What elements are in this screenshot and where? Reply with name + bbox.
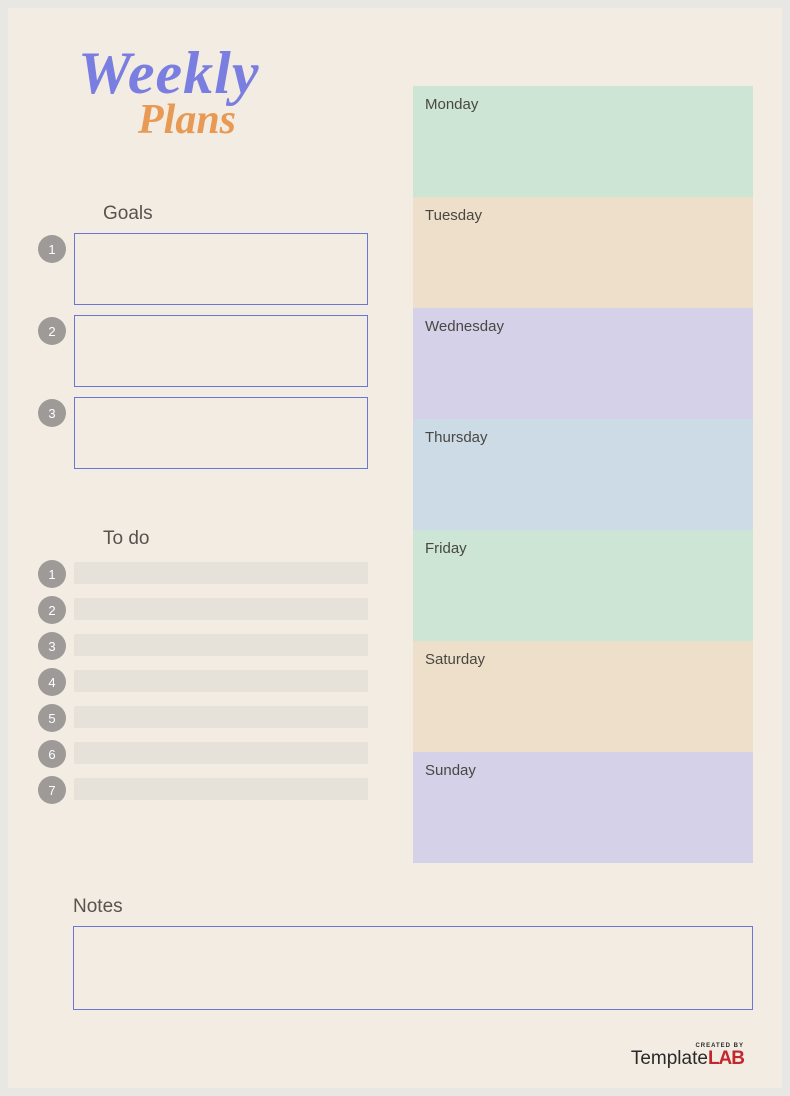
day-friday[interactable]: Friday — [413, 530, 753, 641]
notes-heading: Notes — [73, 896, 753, 918]
goal-input-3[interactable] — [74, 397, 368, 469]
todo-input-5[interactable] — [74, 706, 368, 728]
day-tuesday[interactable]: Tuesday — [413, 197, 753, 308]
goal-row: 1 — [38, 233, 368, 305]
goal-row: 3 — [38, 397, 368, 469]
notes-input[interactable] — [73, 926, 753, 1010]
day-saturday[interactable]: Saturday — [413, 641, 753, 752]
days-column: Monday Tuesday Wednesday Thursday Friday… — [413, 86, 753, 863]
title: Weekly Plans — [78, 43, 259, 141]
todo-row: 6 — [38, 738, 368, 768]
todo-number-badge: 2 — [38, 596, 66, 624]
goal-input-1[interactable] — [74, 233, 368, 305]
todo-input-3[interactable] — [74, 634, 368, 656]
notes-section: Notes — [73, 896, 753, 1010]
todo-row: 4 — [38, 666, 368, 696]
day-monday[interactable]: Monday — [413, 86, 753, 197]
day-label: Thursday — [425, 429, 488, 446]
footer-brand-1: Template — [631, 1048, 708, 1069]
todo-input-6[interactable] — [74, 742, 368, 764]
todo-number-badge: 6 — [38, 740, 66, 768]
todo-number-badge: 3 — [38, 632, 66, 660]
footer-logo: TemplateLAB — [631, 1049, 744, 1068]
todo-row: 2 — [38, 594, 368, 624]
goal-number-badge: 1 — [38, 235, 66, 263]
title-line-1: Weekly — [78, 43, 259, 103]
todo-input-1[interactable] — [74, 562, 368, 584]
day-label: Tuesday — [425, 207, 482, 224]
todo-section: To do 1 2 3 4 5 6 7 — [38, 528, 368, 810]
todo-input-2[interactable] — [74, 598, 368, 620]
day-wednesday[interactable]: Wednesday — [413, 308, 753, 419]
day-label: Monday — [425, 96, 478, 113]
day-thursday[interactable]: Thursday — [413, 419, 753, 530]
day-label: Sunday — [425, 762, 476, 779]
todo-number-badge: 7 — [38, 776, 66, 804]
footer-credit: CREATED BY TemplateLAB — [631, 1043, 744, 1068]
todo-row: 7 — [38, 774, 368, 804]
goals-section: Goals 1 2 3 — [38, 203, 368, 479]
day-label: Wednesday — [425, 318, 504, 335]
todo-row: 3 — [38, 630, 368, 660]
goals-heading: Goals — [103, 203, 368, 225]
goal-number-badge: 2 — [38, 317, 66, 345]
footer-brand-2: LAB — [708, 1048, 744, 1069]
day-label: Friday — [425, 540, 467, 557]
goal-row: 2 — [38, 315, 368, 387]
day-label: Saturday — [425, 651, 485, 668]
todo-input-7[interactable] — [74, 778, 368, 800]
todo-row: 1 — [38, 558, 368, 588]
todo-row: 5 — [38, 702, 368, 732]
day-sunday[interactable]: Sunday — [413, 752, 753, 863]
todo-number-badge: 5 — [38, 704, 66, 732]
planner-page: Weekly Plans Goals 1 2 3 To do 1 2 3 — [8, 8, 782, 1088]
goal-input-2[interactable] — [74, 315, 368, 387]
todo-input-4[interactable] — [74, 670, 368, 692]
todo-number-badge: 1 — [38, 560, 66, 588]
todo-heading: To do — [103, 528, 368, 550]
todo-number-badge: 4 — [38, 668, 66, 696]
goal-number-badge: 3 — [38, 399, 66, 427]
